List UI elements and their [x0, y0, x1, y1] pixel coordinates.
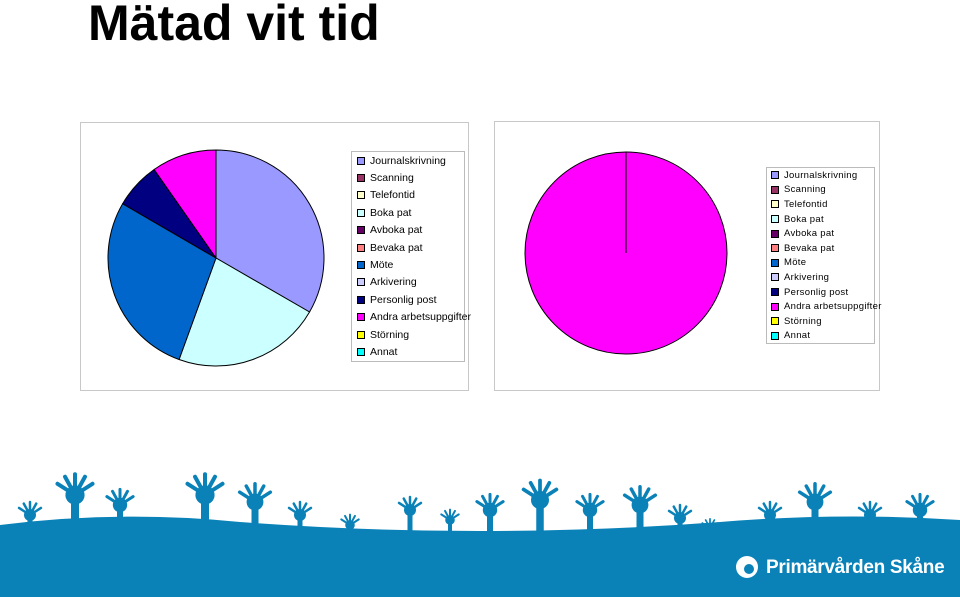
pie-chart-1: Journalskrivning Scanning Telefontid Boka p… [80, 122, 471, 391]
legend-item: Journalskrivning [767, 168, 874, 183]
legend-item: Scanning [767, 183, 874, 198]
legend-1: Journalskrivning Scanning Telefontid Boka p… [351, 151, 471, 362]
legend-item: Annat [767, 329, 874, 344]
legend-item: Personlig post [352, 291, 464, 308]
legend-2: Journalskrivning Scanning Telefontid Boka p… [766, 167, 881, 344]
legend-swatch [771, 185, 779, 194]
legend-label: Avboka pat [784, 228, 835, 240]
legend-item: Arkivering [352, 274, 464, 291]
legend-label: Annat [370, 345, 398, 358]
legend-swatch [771, 171, 779, 180]
legend-label: Arkivering [370, 276, 417, 289]
legend-item: Möte [767, 256, 874, 271]
pie-2-svg [524, 151, 728, 355]
legend-item: Andra arbetsuppgifter [352, 309, 471, 326]
legend-item: Telefontid [352, 187, 464, 204]
pie-1-svg [107, 149, 325, 367]
legend-label: Scanning [370, 172, 414, 185]
legend-item: Avboka pat [767, 226, 874, 241]
logo-icon [736, 556, 758, 578]
legend-swatch [357, 313, 365, 322]
legend-label: Telefontid [784, 198, 828, 210]
legend-item: Boka pat [767, 212, 874, 227]
legend-label: Boka pat [370, 206, 412, 219]
legend-label: Störning [370, 328, 410, 341]
legend-swatch [771, 317, 779, 326]
page-title: Mätad vit tid [88, 0, 380, 51]
legend-swatch [357, 208, 365, 217]
legend-label: Arkivering [784, 271, 830, 283]
legend-item: Telefontid [767, 197, 874, 212]
legend-swatch [357, 261, 365, 270]
legend-item: Journalskrivning [352, 152, 464, 169]
legend-label: Avboka pat [370, 224, 423, 237]
legend-swatch [771, 302, 779, 311]
legend-swatch [357, 347, 365, 356]
legend-swatch [357, 156, 365, 165]
legend-swatch [771, 244, 779, 253]
legend-swatch [771, 258, 779, 267]
legend-swatch [771, 288, 779, 297]
legend-label: Annat [784, 330, 811, 342]
legend-label: Möte [370, 259, 394, 272]
legend-swatch [771, 229, 779, 238]
legend-swatch [357, 191, 365, 200]
legend-swatch [357, 278, 365, 287]
legend-label: Andra arbetsuppgifter [370, 311, 471, 324]
legend-label: Boka pat [784, 213, 824, 225]
pie-chart-2: Journalskrivning Scanning Telefontid Boka p… [494, 121, 881, 391]
legend-item: Möte [352, 256, 464, 273]
logo-text: Primärvården Skåne [766, 557, 945, 578]
legend-swatch [357, 295, 365, 304]
legend-item: Scanning [352, 169, 464, 186]
legend-label: Möte [784, 257, 807, 269]
legend-label: Personlig post [370, 293, 437, 306]
legend-label: Journalskrivning [370, 154, 446, 167]
legend-item: Bevaka pat [767, 241, 874, 256]
legend-item: Avboka pat [352, 222, 464, 239]
legend-item: Andra arbetsuppgifter [767, 299, 881, 314]
legend-item: Störning [352, 326, 464, 343]
legend-swatch [357, 174, 365, 183]
legend-item: Personlig post [767, 285, 874, 300]
legend-swatch [771, 273, 779, 282]
legend-swatch [771, 215, 779, 224]
legend-label: Scanning [784, 184, 827, 196]
legend-label: Andra arbetsuppgifter [784, 301, 882, 313]
legend-item: Arkivering [767, 270, 874, 285]
legend-swatch [771, 331, 779, 340]
legend-label: Störning [784, 315, 822, 327]
legend-label: Personlig post [784, 286, 849, 298]
legend-label: Journalskrivning [784, 169, 858, 181]
legend-swatch [357, 226, 365, 235]
legend-swatch [357, 243, 365, 252]
legend-item: Bevaka pat [352, 239, 464, 256]
legend-swatch [771, 200, 779, 209]
legend-item: Störning [767, 314, 874, 329]
legend-item: Annat [352, 343, 464, 360]
legend-label: Bevaka pat [784, 242, 835, 254]
legend-label: Telefontid [370, 189, 415, 202]
legend-label: Bevaka pat [370, 241, 423, 254]
legend-item: Boka pat [352, 204, 464, 221]
legend-swatch [357, 330, 365, 339]
